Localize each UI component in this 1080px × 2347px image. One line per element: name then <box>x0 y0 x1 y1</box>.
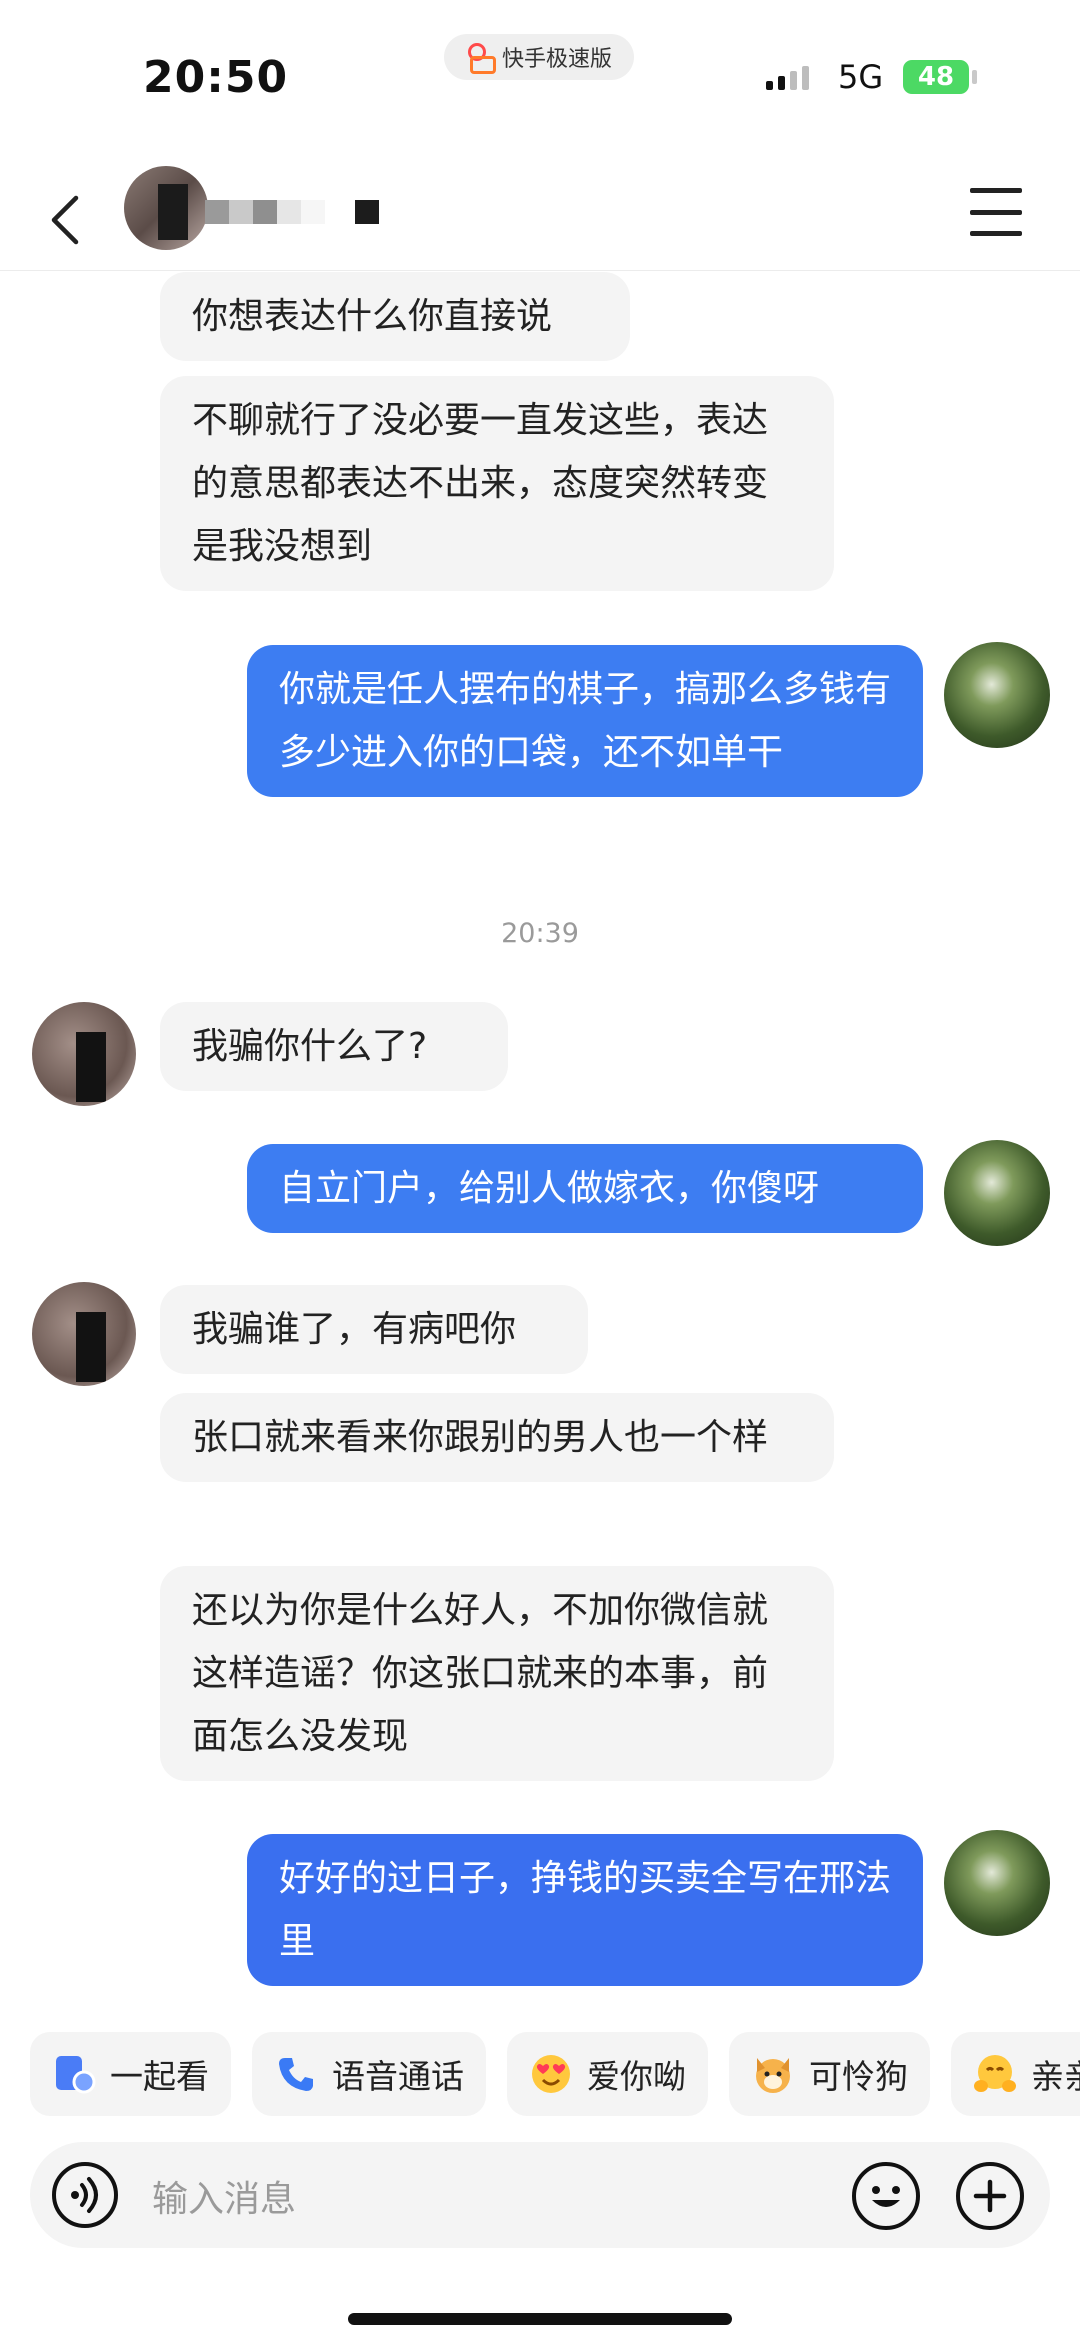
message-incoming[interactable]: 你想表达什么你直接说 <box>160 272 630 361</box>
heart-eyes-emoji-icon <box>529 2052 573 2096</box>
time-divider: 20:39 <box>501 918 579 949</box>
message-outgoing[interactable]: 自立门户，给别人做嫁衣，你傻呀 <box>247 1144 923 1233</box>
network-type: 5G <box>838 58 884 96</box>
chat-header <box>0 166 1080 271</box>
app-indicator-pill[interactable]: 快手极速版 <box>444 34 634 80</box>
status-time: 20:50 <box>143 52 289 103</box>
kuaishou-logo-icon <box>466 43 496 74</box>
contact-avatar[interactable] <box>124 166 208 250</box>
dog-emoji-icon <box>751 2052 795 2096</box>
battery-icon: 48 <box>903 60 969 94</box>
emoji-icon[interactable] <box>852 2162 920 2230</box>
message-input-bar: 输入消息 <box>30 2142 1050 2248</box>
app-name: 快手极速版 <box>501 47 612 72</box>
plus-icon[interactable] <box>956 2162 1024 2230</box>
phone-icon <box>274 2052 318 2096</box>
chip-label: 亲亲 <box>1031 2057 1080 2096</box>
contact-avatar-chat[interactable] <box>32 1282 136 1386</box>
message-incoming[interactable]: 我骗你什么了? <box>160 1002 508 1091</box>
message-incoming[interactable]: 我骗谁了，有病吧你 <box>160 1285 588 1374</box>
chip-label: 爱你呦 <box>587 2057 686 2096</box>
message-outgoing[interactable]: 你就是任人摆布的棋子，搞那么多钱有多少进入你的口袋，还不如单干 <box>247 645 923 797</box>
contact-avatar-chat[interactable] <box>32 1002 136 1106</box>
message-incoming[interactable]: 还以为你是什么好人，不加你微信就这样造谣？你这张口就来的本事，前面怎么没发现 <box>160 1566 834 1781</box>
quick-action-bar: 一起看 语音通话 爱你呦 可怜狗 亲亲 <box>30 2032 1080 2116</box>
love-you-chip[interactable]: 爱你呦 <box>507 2032 708 2116</box>
battery-level: 48 <box>917 62 955 92</box>
hugging-emoji-icon <box>973 2052 1017 2096</box>
chip-label: 语音通话 <box>332 2057 464 2096</box>
hamburger-menu-icon[interactable] <box>970 188 1022 236</box>
my-avatar[interactable] <box>944 642 1050 748</box>
message-input[interactable]: 输入消息 <box>152 2170 296 2222</box>
chip-label: 一起看 <box>110 2057 209 2096</box>
chevron-left-icon[interactable] <box>46 192 86 245</box>
watch-together-chip[interactable]: 一起看 <box>30 2032 231 2116</box>
message-incoming[interactable]: 张口就来看来你跟别的男人也一个样 <box>160 1393 834 1482</box>
message-outgoing[interactable]: 好好的过日子，挣钱的买卖全写在邢法里 <box>247 1834 923 1986</box>
battery-cap <box>972 70 977 84</box>
my-avatar[interactable] <box>944 1140 1050 1246</box>
chip-label: 可怜狗 <box>809 2057 908 2096</box>
home-indicator[interactable] <box>348 2313 732 2325</box>
voice-call-chip[interactable]: 语音通话 <box>252 2032 486 2116</box>
pitiful-dog-chip[interactable]: 可怜狗 <box>729 2032 930 2116</box>
kiss-chip[interactable]: 亲亲 <box>951 2032 1080 2116</box>
my-avatar[interactable] <box>944 1830 1050 1936</box>
message-incoming[interactable]: 不聊就行了没必要一直发这些，表达的意思都表达不出来，态度突然转变是我没想到 <box>160 376 834 591</box>
voice-input-icon[interactable] <box>52 2162 118 2228</box>
watch-together-icon <box>52 2052 96 2096</box>
contact-name-obscured[interactable] <box>205 200 379 224</box>
signal-icon <box>766 60 809 90</box>
